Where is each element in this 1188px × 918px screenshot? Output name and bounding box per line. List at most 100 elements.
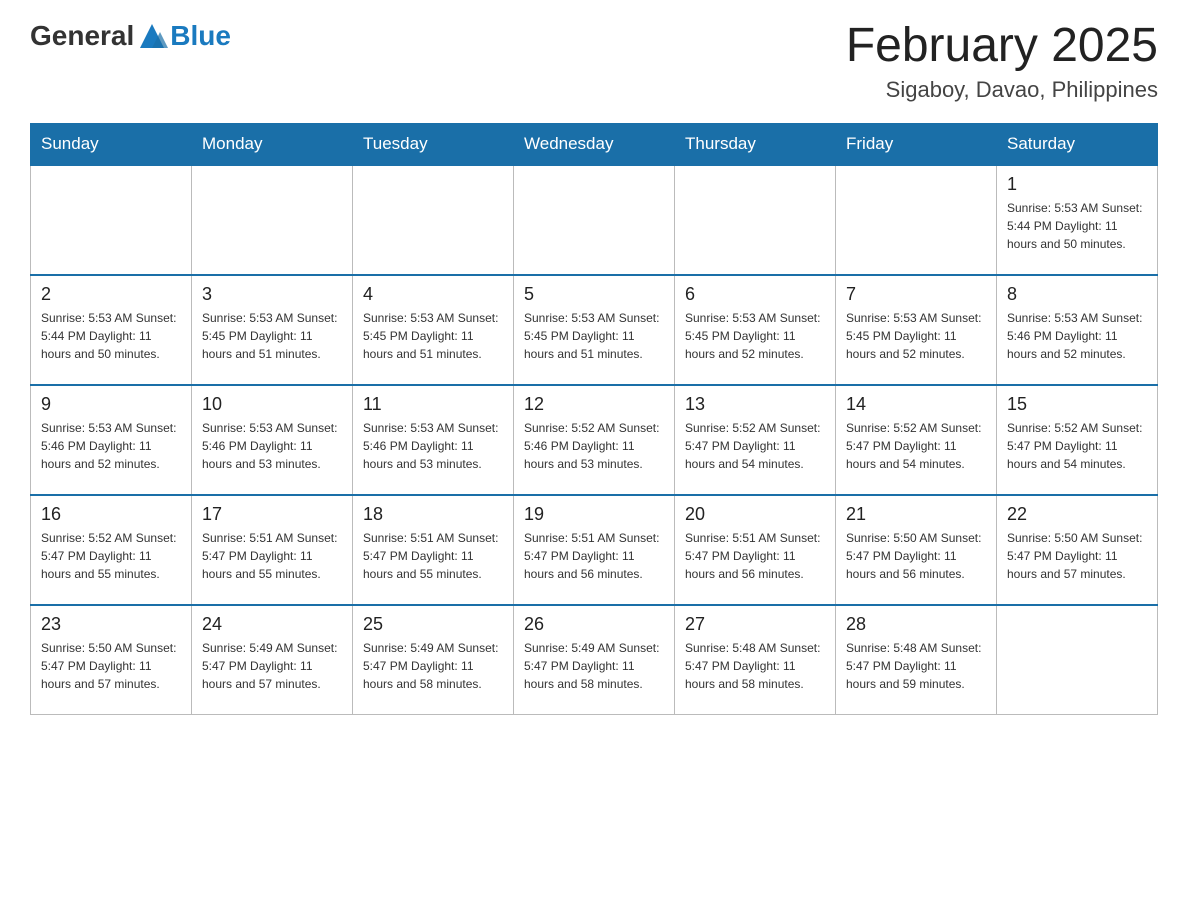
day-number: 25 xyxy=(363,614,503,635)
calendar-cell: 25 Sunrise: 5:49 AM Sunset: 5:47 PM Dayli… xyxy=(353,605,514,715)
day-info: Sunrise: 5:49 AM Sunset: 5:47 PM Dayligh… xyxy=(202,639,342,693)
day-number: 19 xyxy=(524,504,664,525)
weekday-header-tuesday: Tuesday xyxy=(353,123,514,165)
weekday-header-thursday: Thursday xyxy=(675,123,836,165)
day-info: Sunrise: 5:52 AM Sunset: 5:47 PM Dayligh… xyxy=(685,419,825,473)
day-number: 20 xyxy=(685,504,825,525)
calendar-cell: 13 Sunrise: 5:52 AM Sunset: 5:47 PM Dayli… xyxy=(675,385,836,495)
calendar-cell: 17 Sunrise: 5:51 AM Sunset: 5:47 PM Dayli… xyxy=(192,495,353,605)
calendar-cell: 23 Sunrise: 5:50 AM Sunset: 5:47 PM Dayli… xyxy=(31,605,192,715)
day-info: Sunrise: 5:52 AM Sunset: 5:47 PM Dayligh… xyxy=(846,419,986,473)
day-info: Sunrise: 5:51 AM Sunset: 5:47 PM Dayligh… xyxy=(685,529,825,583)
day-number: 4 xyxy=(363,284,503,305)
day-number: 27 xyxy=(685,614,825,635)
weekday-header-row: SundayMondayTuesdayWednesdayThursdayFrid… xyxy=(31,123,1158,165)
day-number: 18 xyxy=(363,504,503,525)
week-row-2: 9Sunrise: 5:53 AM Sunset: 5:46 PM Daylig… xyxy=(31,385,1158,495)
day-info: Sunrise: 5:51 AM Sunset: 5:47 PM Dayligh… xyxy=(202,529,342,583)
day-number: 24 xyxy=(202,614,342,635)
calendar-cell xyxy=(997,605,1158,715)
day-number: 10 xyxy=(202,394,342,415)
weekday-header-friday: Friday xyxy=(836,123,997,165)
calendar-cell: 10Sunrise: 5:53 AM Sunset: 5:46 PM Dayli… xyxy=(192,385,353,495)
day-number: 12 xyxy=(524,394,664,415)
calendar-cell: 4 Sunrise: 5:53 AM Sunset: 5:45 PM Daylig… xyxy=(353,275,514,385)
calendar-cell: 19Sunrise: 5:51 AM Sunset: 5:47 PM Dayli… xyxy=(514,495,675,605)
calendar-cell: 8 Sunrise: 5:53 AM Sunset: 5:46 PM Daylig… xyxy=(997,275,1158,385)
day-info: Sunrise: 5:53 AM Sunset: 5:45 PM Dayligh… xyxy=(846,309,986,363)
calendar-table: SundayMondayTuesdayWednesdayThursdayFrid… xyxy=(30,123,1158,716)
week-row-1: 2Sunrise: 5:53 AM Sunset: 5:44 PM Daylig… xyxy=(31,275,1158,385)
title-area: February 2025 Sigaboy, Davao, Philippine… xyxy=(846,20,1158,103)
calendar-cell xyxy=(31,165,192,275)
calendar-cell: 28Sunrise: 5:48 AM Sunset: 5:47 PM Dayli… xyxy=(836,605,997,715)
calendar-cell xyxy=(192,165,353,275)
calendar-cell: 26 Sunrise: 5:49 AM Sunset: 5:47 PM Dayli… xyxy=(514,605,675,715)
day-number: 15 xyxy=(1007,394,1147,415)
calendar-cell: 6 Sunrise: 5:53 AM Sunset: 5:45 PM Daylig… xyxy=(675,275,836,385)
day-number: 5 xyxy=(524,284,664,305)
page-header: General Blue February 2025 Sigaboy, Dava… xyxy=(30,20,1158,103)
day-number: 7 xyxy=(846,284,986,305)
day-info: Sunrise: 5:50 AM Sunset: 5:47 PM Dayligh… xyxy=(41,639,181,693)
calendar-cell xyxy=(675,165,836,275)
day-info: Sunrise: 5:49 AM Sunset: 5:47 PM Dayligh… xyxy=(363,639,503,693)
day-number: 1 xyxy=(1007,174,1147,195)
day-info: Sunrise: 5:53 AM Sunset: 5:45 PM Dayligh… xyxy=(202,309,342,363)
day-info: Sunrise: 5:53 AM Sunset: 5:46 PM Dayligh… xyxy=(363,419,503,473)
day-info: Sunrise: 5:48 AM Sunset: 5:47 PM Dayligh… xyxy=(685,639,825,693)
calendar-cell xyxy=(836,165,997,275)
calendar-cell: 11 Sunrise: 5:53 AM Sunset: 5:46 PM Dayli… xyxy=(353,385,514,495)
logo-blue: Blue xyxy=(170,20,231,52)
day-number: 17 xyxy=(202,504,342,525)
day-number: 21 xyxy=(846,504,986,525)
day-info: Sunrise: 5:53 AM Sunset: 5:44 PM Dayligh… xyxy=(1007,199,1147,253)
calendar-cell: 27 Sunrise: 5:48 AM Sunset: 5:47 PM Dayli… xyxy=(675,605,836,715)
logo-icon xyxy=(136,20,168,52)
day-info: Sunrise: 5:53 AM Sunset: 5:45 PM Dayligh… xyxy=(524,309,664,363)
logo: General Blue xyxy=(30,20,231,52)
calendar-cell xyxy=(514,165,675,275)
calendar-cell: 7 Sunrise: 5:53 AM Sunset: 5:45 PM Daylig… xyxy=(836,275,997,385)
logo-general: General xyxy=(30,20,134,52)
day-info: Sunrise: 5:53 AM Sunset: 5:46 PM Dayligh… xyxy=(1007,309,1147,363)
day-info: Sunrise: 5:52 AM Sunset: 5:47 PM Dayligh… xyxy=(1007,419,1147,473)
calendar-cell: 24 Sunrise: 5:49 AM Sunset: 5:47 PM Dayli… xyxy=(192,605,353,715)
calendar-cell: 15 Sunrise: 5:52 AM Sunset: 5:47 PM Dayli… xyxy=(997,385,1158,495)
calendar-cell: 12Sunrise: 5:52 AM Sunset: 5:46 PM Dayli… xyxy=(514,385,675,495)
month-title: February 2025 xyxy=(846,20,1158,73)
day-number: 13 xyxy=(685,394,825,415)
calendar-cell: 20 Sunrise: 5:51 AM Sunset: 5:47 PM Dayli… xyxy=(675,495,836,605)
calendar-cell: 18 Sunrise: 5:51 AM Sunset: 5:47 PM Dayli… xyxy=(353,495,514,605)
day-number: 11 xyxy=(363,394,503,415)
day-info: Sunrise: 5:50 AM Sunset: 5:47 PM Dayligh… xyxy=(1007,529,1147,583)
day-number: 8 xyxy=(1007,284,1147,305)
day-number: 2 xyxy=(41,284,181,305)
day-info: Sunrise: 5:53 AM Sunset: 5:45 PM Dayligh… xyxy=(685,309,825,363)
day-number: 22 xyxy=(1007,504,1147,525)
calendar-cell: 22 Sunrise: 5:50 AM Sunset: 5:47 PM Dayli… xyxy=(997,495,1158,605)
day-number: 16 xyxy=(41,504,181,525)
day-info: Sunrise: 5:51 AM Sunset: 5:47 PM Dayligh… xyxy=(363,529,503,583)
week-row-3: 16Sunrise: 5:52 AM Sunset: 5:47 PM Dayli… xyxy=(31,495,1158,605)
week-row-0: 1 Sunrise: 5:53 AM Sunset: 5:44 PM Daylig… xyxy=(31,165,1158,275)
weekday-header-saturday: Saturday xyxy=(997,123,1158,165)
calendar-cell xyxy=(353,165,514,275)
location-title: Sigaboy, Davao, Philippines xyxy=(846,77,1158,103)
day-number: 6 xyxy=(685,284,825,305)
week-row-4: 23 Sunrise: 5:50 AM Sunset: 5:47 PM Dayli… xyxy=(31,605,1158,715)
day-number: 14 xyxy=(846,394,986,415)
day-number: 26 xyxy=(524,614,664,635)
day-info: Sunrise: 5:49 AM Sunset: 5:47 PM Dayligh… xyxy=(524,639,664,693)
day-info: Sunrise: 5:50 AM Sunset: 5:47 PM Dayligh… xyxy=(846,529,986,583)
day-info: Sunrise: 5:53 AM Sunset: 5:45 PM Dayligh… xyxy=(363,309,503,363)
calendar-cell: 21 Sunrise: 5:50 AM Sunset: 5:47 PM Dayli… xyxy=(836,495,997,605)
day-number: 23 xyxy=(41,614,181,635)
calendar-cell: 1 Sunrise: 5:53 AM Sunset: 5:44 PM Daylig… xyxy=(997,165,1158,275)
weekday-header-wednesday: Wednesday xyxy=(514,123,675,165)
day-number: 3 xyxy=(202,284,342,305)
calendar-cell: 5 Sunrise: 5:53 AM Sunset: 5:45 PM Daylig… xyxy=(514,275,675,385)
weekday-header-sunday: Sunday xyxy=(31,123,192,165)
day-info: Sunrise: 5:48 AM Sunset: 5:47 PM Dayligh… xyxy=(846,639,986,693)
calendar-cell: 3 Sunrise: 5:53 AM Sunset: 5:45 PM Daylig… xyxy=(192,275,353,385)
